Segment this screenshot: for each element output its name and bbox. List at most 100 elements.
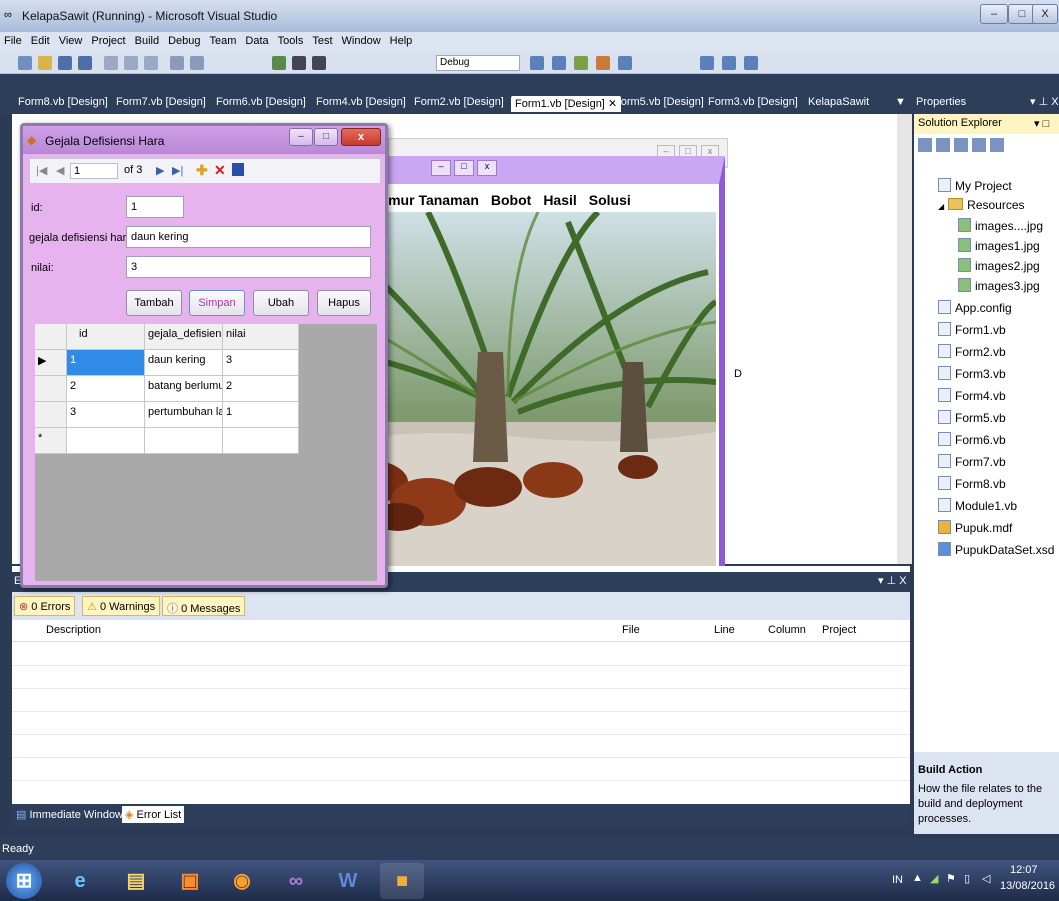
new-project-icon[interactable]: [18, 56, 32, 70]
move-last-icon[interactable]: ▶|: [172, 164, 183, 177]
table-cell-nilai[interactable]: 1: [223, 402, 299, 428]
solution-pin-icon[interactable]: ▾ □: [1034, 117, 1049, 130]
show-hidden-icons-icon[interactable]: ▲: [912, 872, 923, 884]
show-all-icon[interactable]: [936, 138, 950, 152]
col-line[interactable]: Line: [714, 624, 735, 636]
simpan-button[interactable]: Simpan: [189, 290, 245, 316]
tree-item-form3[interactable]: Form3.vb: [938, 366, 1006, 381]
table-cell-new[interactable]: [223, 428, 299, 454]
view-code-icon[interactable]: [972, 138, 986, 152]
gejala-maximize-button[interactable]: □: [314, 128, 338, 146]
volume-icon[interactable]: ◁: [982, 872, 990, 885]
table-cell-id[interactable]: 3: [67, 402, 145, 428]
col-description[interactable]: Description: [46, 624, 101, 636]
menu-hasil[interactable]: Hasil: [543, 192, 576, 208]
properties-tool-icon[interactable]: [918, 138, 932, 152]
grid-header-nilai[interactable]: nilai: [223, 324, 299, 350]
properties-icon[interactable]: [574, 56, 588, 70]
view-designer-icon[interactable]: [990, 138, 1004, 152]
object-browser-icon[interactable]: [618, 56, 632, 70]
menu-team[interactable]: Team: [210, 35, 237, 47]
tree-item-form5[interactable]: Form5.vb: [938, 410, 1006, 425]
firefox-icon[interactable]: ◉: [220, 863, 264, 899]
stop-icon[interactable]: [312, 56, 326, 70]
redo-icon[interactable]: [190, 56, 204, 70]
tree-item-resources[interactable]: ◢ Resources: [938, 198, 1025, 212]
tree-item-image[interactable]: images....jpg: [958, 218, 1043, 233]
undo-icon[interactable]: [170, 56, 184, 70]
delete-icon[interactable]: ✕: [214, 162, 226, 179]
table-cell-new[interactable]: [145, 428, 223, 454]
cut-icon[interactable]: [104, 56, 118, 70]
tree-item-image[interactable]: images3.jpg: [958, 278, 1040, 293]
tree-item-form4[interactable]: Form4.vb: [938, 388, 1006, 403]
size-icon[interactable]: [744, 56, 758, 70]
panel-pin-icon[interactable]: ▾ ⊥ X: [878, 574, 907, 587]
open-icon[interactable]: [38, 56, 52, 70]
menu-umur-tanaman[interactable]: Umur Tanaman: [378, 192, 479, 208]
row-header[interactable]: [35, 376, 67, 402]
designer-scrollbar[interactable]: [897, 114, 912, 564]
paste-icon[interactable]: [144, 56, 158, 70]
expand-icon[interactable]: ◢: [938, 202, 944, 211]
tree-item-module1[interactable]: Module1.vb: [938, 498, 1017, 513]
tab-immediate-window[interactable]: ▤ Immediate Window: [16, 808, 123, 821]
ubah-button[interactable]: Ubah: [253, 290, 309, 316]
word-icon[interactable]: W: [326, 863, 370, 899]
tab-form4-design[interactable]: Form4.vb [Design]: [316, 96, 406, 112]
tab-dropdown-icon[interactable]: ▼: [895, 96, 906, 112]
tab-form5-design[interactable]: Form5.vb [Design]: [614, 96, 704, 112]
gejala-field[interactable]: daun kering: [126, 226, 371, 248]
table-cell-nilai[interactable]: 2: [223, 376, 299, 402]
table-cell-new[interactable]: [67, 428, 145, 454]
table-cell-id[interactable]: 2: [67, 376, 145, 402]
clock-date[interactable]: 13/08/2016: [1000, 880, 1055, 892]
menu-edit[interactable]: Edit: [31, 35, 50, 47]
menu-test[interactable]: Test: [312, 35, 332, 47]
tree-item-form7[interactable]: Form7.vb: [938, 454, 1006, 469]
layout-icon[interactable]: [700, 56, 714, 70]
tree-item-my-project[interactable]: My Project: [938, 178, 1012, 193]
row-header-current[interactable]: ▶: [35, 350, 67, 376]
clock-time[interactable]: 12:07: [1010, 864, 1038, 876]
table-cell-nilai[interactable]: 3: [223, 350, 299, 376]
language-indicator[interactable]: IN: [892, 874, 903, 886]
menu-debug[interactable]: Debug: [168, 35, 200, 47]
menu-file[interactable]: File: [4, 35, 22, 47]
table-cell-gejala[interactable]: daun kering: [145, 350, 223, 376]
menu-view[interactable]: View: [59, 35, 83, 47]
save-all-icon[interactable]: [78, 56, 92, 70]
form1-close-icon[interactable]: x: [477, 160, 497, 176]
properties-pin-icon[interactable]: ▾ ⊥ X: [1030, 95, 1059, 108]
tab-kelapasawit[interactable]: KelapaSawit: [808, 96, 869, 112]
file-explorer-icon[interactable]: ▤: [114, 863, 158, 899]
close-window-button[interactable]: X: [1032, 4, 1058, 24]
save-icon[interactable]: [58, 56, 72, 70]
find-icon[interactable]: [530, 56, 544, 70]
start-debug-icon[interactable]: [272, 56, 286, 70]
copy-icon[interactable]: [124, 56, 138, 70]
tree-item-image[interactable]: images2.jpg: [958, 258, 1040, 273]
save-data-icon[interactable]: [232, 163, 244, 176]
battery-icon[interactable]: ▯: [964, 872, 970, 885]
table-cell-id[interactable]: 1: [67, 350, 145, 376]
tab-form3-design[interactable]: Form3.vb [Design]: [708, 96, 798, 112]
minimize-button[interactable]: –: [980, 4, 1008, 24]
tree-item-form8[interactable]: Form8.vb: [938, 476, 1006, 491]
nilai-field[interactable]: 3: [126, 256, 371, 278]
errors-filter[interactable]: ⊗ 0 Errors: [14, 596, 76, 616]
move-first-icon[interactable]: |◀: [36, 164, 47, 177]
messages-filter[interactable]: ⓘ 0 Messages: [162, 596, 246, 616]
tab-form7-design[interactable]: Form7.vb [Design]: [116, 96, 206, 112]
tab-form1-design[interactable]: Form1.vb [Design] ✕: [511, 96, 622, 112]
network-icon[interactable]: ◢: [930, 872, 938, 885]
form1-max-icon[interactable]: □: [454, 160, 474, 176]
grid-header-id[interactable]: id: [67, 324, 145, 350]
table-cell-gejala[interactable]: pertumbuhan lam...: [145, 402, 223, 428]
new-row-header[interactable]: *: [35, 428, 67, 454]
media-app-icon[interactable]: ▣: [168, 863, 212, 899]
hapus-button[interactable]: Hapus: [317, 290, 371, 316]
refresh-icon[interactable]: [954, 138, 968, 152]
warnings-filter[interactable]: ⚠ 0 Warnings: [82, 596, 161, 616]
position-input[interactable]: 1: [70, 163, 118, 179]
